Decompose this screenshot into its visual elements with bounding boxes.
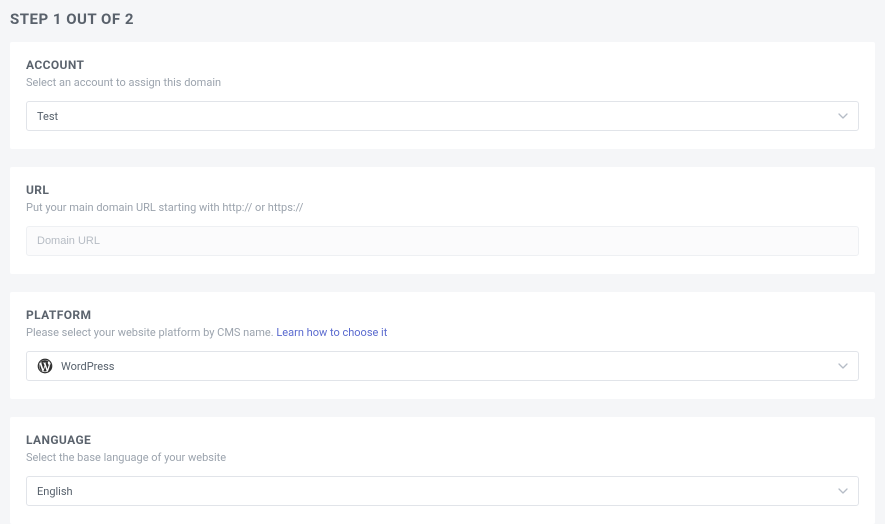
url-label: URL (26, 183, 859, 197)
platform-learn-link[interactable]: Learn how to choose it (276, 326, 387, 339)
url-section: URL Put your main domain URL starting wi… (10, 167, 875, 274)
platform-section: PLATFORM Please select your website plat… (10, 292, 875, 399)
platform-desc-text: Please select your website platform by C… (26, 326, 276, 339)
account-section: ACCOUNT Select an account to assign this… (10, 42, 875, 149)
chevron-down-icon (838, 361, 848, 371)
language-section: LANGUAGE Select the base language of you… (10, 417, 875, 524)
account-select-value: Test (37, 110, 58, 123)
language-select-value: English (37, 485, 73, 498)
platform-label: PLATFORM (26, 308, 859, 322)
chevron-down-icon (838, 486, 848, 496)
account-label: ACCOUNT (26, 58, 859, 72)
wordpress-icon (37, 358, 53, 374)
language-label: LANGUAGE (26, 433, 859, 447)
language-desc: Select the base language of your website (26, 451, 859, 464)
account-desc: Select an account to assign this domain (26, 76, 859, 89)
url-desc: Put your main domain URL starting with h… (26, 201, 859, 214)
step-title: STEP 1 OUT OF 2 (10, 10, 875, 28)
language-select[interactable]: English (26, 476, 859, 506)
account-select[interactable]: Test (26, 101, 859, 131)
url-input[interactable] (26, 226, 859, 256)
platform-select-value: WordPress (61, 360, 114, 373)
platform-select[interactable]: WordPress (26, 351, 859, 381)
chevron-down-icon (838, 111, 848, 121)
platform-desc: Please select your website platform by C… (26, 326, 859, 339)
